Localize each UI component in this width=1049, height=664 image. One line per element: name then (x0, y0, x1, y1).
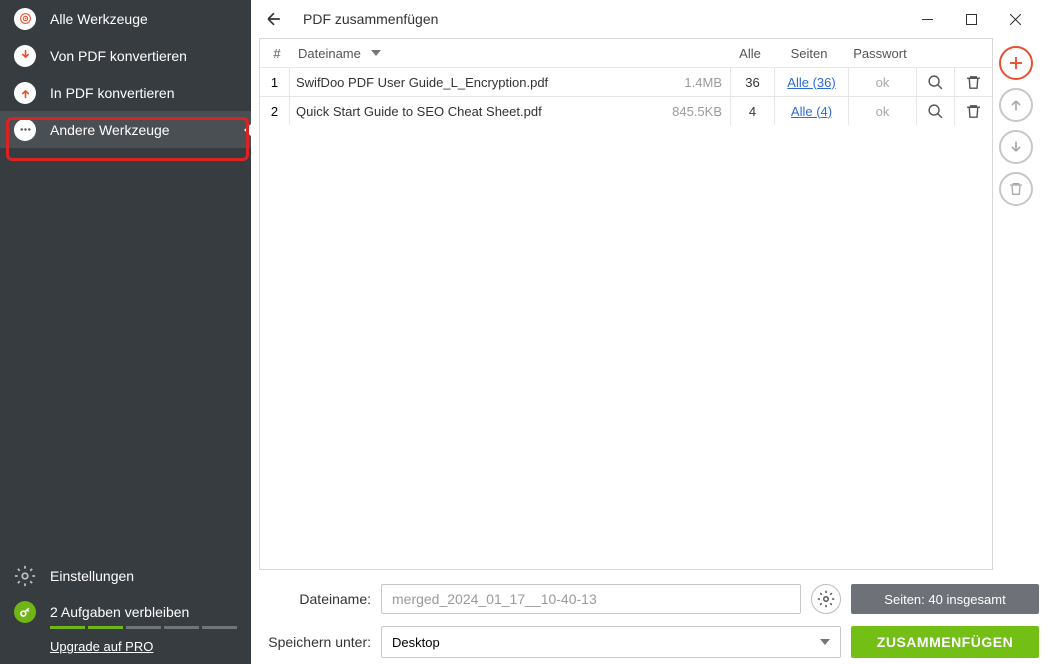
preview-button[interactable] (916, 68, 954, 96)
table-body: 1 SwifDoo PDF User Guide_L_Encryption.pd… (260, 67, 992, 125)
move-down-button[interactable] (999, 130, 1033, 164)
chevron-down-icon (820, 639, 830, 645)
clear-all-button[interactable] (999, 172, 1033, 206)
search-icon (927, 74, 944, 91)
task-progress-bar (50, 626, 237, 629)
titlebar: PDF zusammenfügen (251, 0, 1049, 38)
settings-link[interactable]: Einstellungen (14, 558, 237, 594)
filename-label: Dateiname: (261, 591, 371, 607)
nav-label: Von PDF konvertieren (50, 48, 187, 64)
trash-icon (1008, 181, 1024, 197)
pages-link[interactable]: Alle (4) (791, 104, 832, 119)
move-up-button[interactable] (999, 88, 1033, 122)
row-all: 4 (730, 97, 774, 125)
back-button[interactable] (263, 8, 285, 30)
pages-link[interactable]: Alle (36) (787, 75, 835, 90)
page-title: PDF zusammenfügen (303, 11, 438, 27)
bottom-panel: Dateiname: Seiten: 40 insgesamt Speicher… (251, 570, 1049, 664)
upgrade-link[interactable]: Upgrade auf PRO (50, 639, 237, 654)
arrow-up-icon (1008, 97, 1024, 113)
row-password: ok (848, 68, 916, 96)
nav-label: Andere Werkzeuge (50, 122, 170, 138)
window-controls (905, 4, 1037, 34)
row-password: ok (848, 97, 916, 125)
save-location-select[interactable]: Desktop (381, 626, 841, 658)
side-actions (999, 38, 1041, 570)
content-area: # Dateiname Alle Seiten Passwort 1 SwifD… (251, 38, 1049, 570)
gear-icon (817, 590, 835, 608)
row-filename: SwifDoo PDF User Guide_L_Encryption.pdf (290, 75, 658, 90)
row-index: 2 (260, 97, 290, 125)
row-index: 1 (260, 68, 290, 96)
row-size: 845.5KB (658, 104, 730, 119)
file-table: # Dateiname Alle Seiten Passwort 1 SwifD… (259, 38, 993, 570)
save-row: Speichern unter: Desktop ZUSAMMENFÜGEN (261, 626, 1039, 658)
table-header: # Dateiname Alle Seiten Passwort (260, 39, 992, 67)
plus-icon (1007, 54, 1025, 72)
maximize-button[interactable] (949, 4, 993, 34)
filename-settings-button[interactable] (811, 584, 841, 614)
arrow-up-icon (14, 82, 36, 104)
save-value: Desktop (392, 635, 440, 650)
col-password[interactable]: Passwort (846, 46, 914, 61)
minimize-button[interactable] (905, 4, 949, 34)
dots-icon (14, 119, 36, 141)
delete-button[interactable] (954, 68, 992, 96)
nav-label: In PDF konvertieren (50, 85, 175, 101)
row-filename: Quick Start Guide to SEO Cheat Sheet.pdf (290, 104, 658, 119)
trash-icon (965, 74, 982, 91)
table-row[interactable]: 2 Quick Start Guide to SEO Cheat Sheet.p… (260, 96, 992, 125)
delete-button[interactable] (954, 97, 992, 125)
col-index[interactable]: # (262, 46, 292, 61)
row-pages: Alle (36) (774, 68, 848, 96)
preview-button[interactable] (916, 97, 954, 125)
nav-all-tools[interactable]: Alle Werkzeuge (0, 0, 251, 37)
nav-other-tools[interactable]: Andere Werkzeuge (0, 111, 251, 148)
nav-label: Alle Werkzeuge (50, 11, 148, 27)
gear-icon (14, 565, 36, 587)
save-label: Speichern unter: (261, 634, 371, 650)
tasks-label: 2 Aufgaben verbleiben (50, 604, 189, 620)
trash-icon (965, 103, 982, 120)
row-pages: Alle (4) (774, 97, 848, 125)
sidebar-footer: Einstellungen 2 Aufgaben verbleiben Upgr… (0, 558, 251, 664)
active-indicator-icon (244, 124, 251, 136)
row-size: 1.4MB (658, 75, 730, 90)
filename-input[interactable] (381, 584, 801, 614)
row-all: 36 (730, 68, 774, 96)
sort-desc-icon (371, 50, 381, 56)
add-file-button[interactable] (999, 46, 1033, 80)
sidebar: Alle Werkzeuge Von PDF konvertieren In P… (0, 0, 251, 664)
merge-button[interactable]: ZUSAMMENFÜGEN (851, 626, 1039, 658)
search-icon (927, 103, 944, 120)
tasks-remaining[interactable]: 2 Aufgaben verbleiben (14, 594, 237, 630)
arrow-down-icon (14, 45, 36, 67)
col-pages[interactable]: Seiten (772, 46, 846, 61)
col-all[interactable]: Alle (728, 46, 772, 61)
target-icon (14, 8, 36, 30)
filename-row: Dateiname: Seiten: 40 insgesamt (261, 584, 1039, 614)
col-filename[interactable]: Dateiname (292, 46, 656, 61)
arrow-down-icon (1008, 139, 1024, 155)
nav-to-pdf[interactable]: In PDF konvertieren (0, 74, 251, 111)
close-button[interactable] (993, 4, 1037, 34)
key-icon (14, 601, 36, 623)
main-panel: PDF zusammenfügen # Dateiname Alle Seite… (251, 0, 1049, 664)
col-filename-label: Dateiname (298, 46, 361, 61)
settings-label: Einstellungen (50, 568, 134, 584)
pages-total-badge: Seiten: 40 insgesamt (851, 584, 1039, 614)
table-row[interactable]: 1 SwifDoo PDF User Guide_L_Encryption.pd… (260, 67, 992, 96)
nav-from-pdf[interactable]: Von PDF konvertieren (0, 37, 251, 74)
